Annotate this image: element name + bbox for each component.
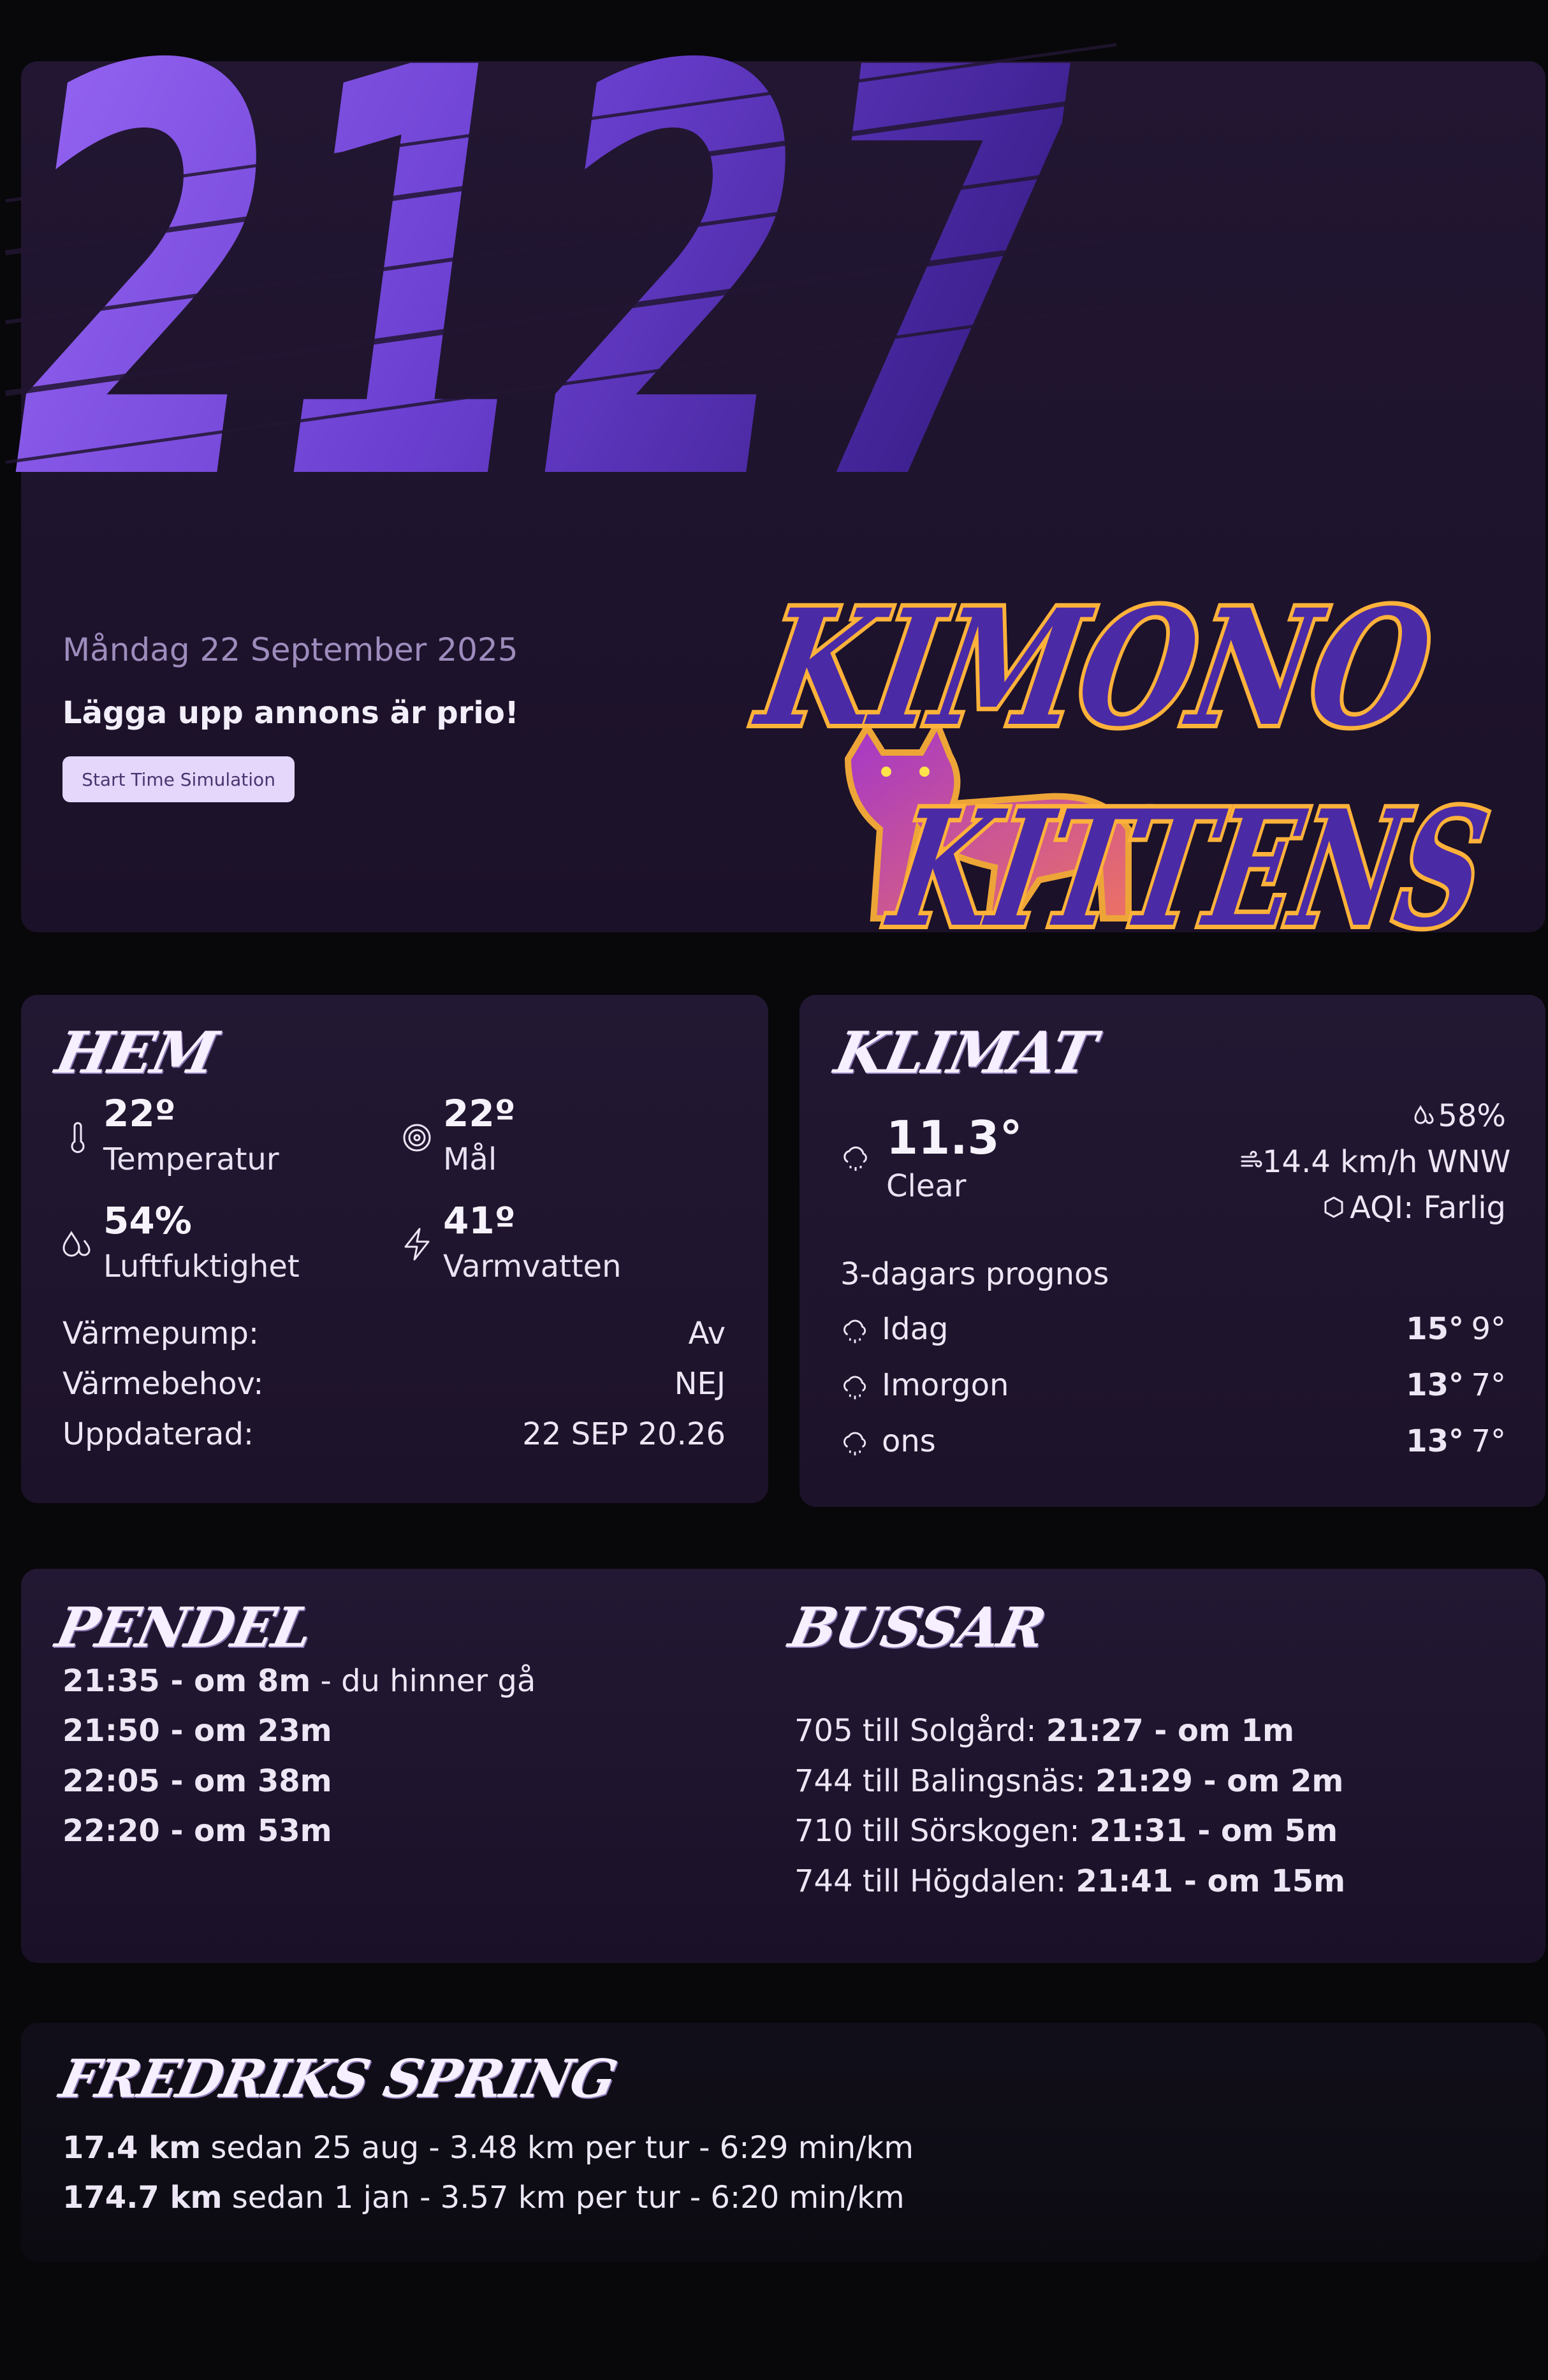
hem-goal-value: 22º [443,1092,516,1135]
heat-demand-value: NEJ [674,1366,726,1402]
running-stat-line: 174.7 km sedan 1 jan - 3.57 km per tur -… [62,2180,905,2215]
klimat-humidity: 58% [1438,1098,1506,1134]
logo-line-1: KIMONO [745,575,1444,762]
pendel-departure-note: - du hinner gå [310,1663,536,1699]
running-details: sedan 1 jan - 3.57 km per tur - 6:20 min… [222,2180,905,2215]
forecast-day-3: ons [882,1423,936,1459]
bus-time: 21:41 - om 15m [1076,1863,1346,1899]
bus-route: 705 till Solgård: [794,1713,1046,1749]
bus-departure: 744 till Balingsnäs: 21:29 - om 2m [794,1763,1343,1799]
pendel-departure: 21:35 - om 8m - du hinner gå [62,1663,536,1699]
clock-graphic: 2127 [5,0,1118,605]
klimat-wind: 14.4 km/h WNW [1262,1144,1511,1180]
hem-humidity-value: 54% [103,1199,192,1242]
hero-note: Lägga upp annons är prio! [62,695,519,731]
bus-departure: 710 till Sörskogen: 21:31 - om 5m [794,1813,1338,1849]
bus-departure: 705 till Solgård: 21:27 - om 1m [794,1713,1294,1749]
pendel-departure: 22:20 - om 53m [62,1813,332,1849]
forecast-low-3: 7° [1471,1423,1506,1459]
cloud-drizzle-icon [843,1432,866,1456]
logo-line-2: KITTENS [877,775,1499,963]
running-stat-line: 17.4 km sedan 25 aug - 3.48 km per tur -… [62,2130,914,2166]
bus-route: 744 till Balingsnäs: [794,1763,1096,1799]
bus-time: 21:27 - om 1m [1046,1713,1295,1749]
klimat-temp: 11.3° [886,1111,1023,1164]
pendel-departure-time: 21:35 - om 8m [62,1663,311,1699]
hem-humidity-label: Luftfuktighet [103,1249,300,1284]
start-time-simulation-button[interactable]: Start Time Simulation [62,756,295,802]
hem-title: HEM [50,1019,223,1087]
thermometer-icon [71,1122,85,1153]
hem-hotwater-value: 41º [443,1199,516,1242]
forecast-high-2: 13° [1406,1367,1464,1403]
running-title: FREDRIKS SPRING [54,2048,622,2110]
hem-temp-value: 22º [103,1092,176,1135]
pendel-departure: 22:05 - om 38m [62,1763,332,1799]
running-distance: 17.4 km [62,2130,201,2166]
klimat-condition: Clear [886,1168,967,1204]
bus-route: 744 till Högdalen: [794,1863,1076,1899]
kimono-kittens-logo: KIMONO KITTENS [740,570,1503,967]
droplets-icon [1414,1105,1434,1124]
forecast-low-2: 7° [1471,1367,1506,1403]
pendel-departure: 21:50 - om 23m [62,1713,332,1749]
bussar-title: BUSSAR [784,1596,1050,1660]
hem-temp-label: Temperatur [103,1142,279,1177]
hem-goal-label: Mål [443,1142,497,1177]
heatpump-value: Av [688,1316,726,1351]
droplets-icon [62,1231,91,1257]
hexagon-icon [1324,1196,1343,1218]
pendel-title: PENDEL [50,1596,318,1660]
cloud-drizzle-icon [843,1376,866,1400]
klimat-title: KLIMAT [829,1019,1101,1087]
clock-time: 2127 [13,0,1074,605]
forecast-high-3: 13° [1406,1423,1464,1459]
hem-hotwater-label: Varmvatten [443,1249,622,1284]
bus-departure: 744 till Högdalen: 21:41 - om 15m [794,1863,1345,1899]
bus-time: 21:29 - om 2m [1095,1763,1344,1799]
forecast-day-1: Idag [882,1311,949,1347]
wind-icon [1241,1150,1262,1168]
target-icon [403,1124,431,1152]
running-details: sedan 25 aug - 3.48 km per tur - 6:29 mi… [201,2130,914,2166]
hero-date: Måndag 22 September 2025 [62,631,518,668]
lightning-icon [404,1228,430,1261]
forecast-low-1: 9° [1471,1311,1506,1347]
klimat-aqi: AQI: Farlig [1350,1190,1506,1226]
forecast-high-1: 15° [1406,1311,1464,1347]
updated-value: 22 SEP 20.26 [522,1416,726,1452]
bus-route: 710 till Sörskogen: [794,1813,1090,1849]
cloud-drizzle-icon [843,1319,866,1344]
forecast-day-2: Imorgon [882,1367,1009,1403]
bus-time: 21:31 - om 5m [1089,1813,1338,1849]
cloud-drizzle-icon [843,1146,867,1171]
forecast-title: 3-dagars prognos [840,1256,1109,1292]
running-distance: 174.7 km [62,2180,223,2215]
